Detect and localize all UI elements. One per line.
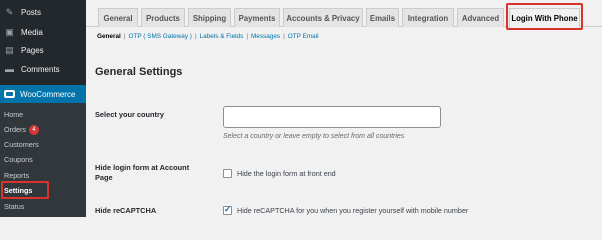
submenu-item-orders[interactable]: Orders 4 xyxy=(4,124,39,136)
country-label: Select your country xyxy=(95,110,164,119)
sidebar-item-label: Comments xyxy=(21,64,60,74)
subsection-nav: General | OTP ( SMS Gateway ) | Labels & Fie… xyxy=(97,33,319,40)
tab-products[interactable]: Products xyxy=(141,8,185,27)
page-title: General Settings xyxy=(95,66,183,78)
subnav-separator: | xyxy=(123,33,126,40)
sidebar-item-label: Posts xyxy=(21,7,42,17)
sidebar-item-label: Media xyxy=(21,27,43,37)
submenu-item-status[interactable]: Status xyxy=(4,201,24,213)
sidebar-item-comments[interactable]: ▬ Comments xyxy=(0,60,86,78)
submenu-item-home[interactable]: Home xyxy=(4,109,23,121)
subnav-separator: | xyxy=(283,33,285,40)
tab-general[interactable]: General xyxy=(98,8,138,27)
hide-login-label: Hide login form at Account Page xyxy=(95,163,190,182)
submenu-item-label: Orders xyxy=(4,125,26,134)
sidebar-item-woocommerce[interactable]: WooCommerce xyxy=(0,85,86,103)
subnav-labels-fields[interactable]: Labels & Fields xyxy=(200,33,244,40)
tab-integration[interactable]: Integration xyxy=(402,8,454,27)
sidebar-item-pages[interactable]: ▤ Pages xyxy=(0,41,86,59)
subnav-separator: | xyxy=(246,33,248,40)
woocommerce-submenu: Home Orders 4 Customers Coupons Reports S… xyxy=(0,103,86,217)
recaptcha-label: Hide reCAPTCHA xyxy=(95,206,157,215)
comments-icon: ▬ xyxy=(5,63,14,74)
pin-icon: ✎ xyxy=(5,6,14,17)
hide-login-checkbox-label: Hide the login form at front end xyxy=(237,169,336,178)
country-input[interactable] xyxy=(223,106,441,128)
woocommerce-icon xyxy=(4,90,15,98)
submenu-item-coupons[interactable]: Coupons xyxy=(4,154,33,166)
sidebar-item-media[interactable]: ▣ Media xyxy=(0,23,86,41)
sidebar-item-label: Pages xyxy=(21,45,44,55)
submenu-item-customers[interactable]: Customers xyxy=(4,139,39,151)
media-icon: ▣ xyxy=(5,26,14,37)
subnav-otp-email[interactable]: OTP Email xyxy=(288,33,319,40)
orders-count-badge: 4 xyxy=(28,125,39,136)
sidebar-item-label: WooCommerce xyxy=(20,89,76,99)
tab-advanced[interactable]: Advanced xyxy=(457,8,504,27)
pages-icon: ▤ xyxy=(5,44,14,55)
tab-emails[interactable]: Emails xyxy=(366,8,399,27)
tab-payments[interactable]: Payments xyxy=(234,8,280,27)
subnav-otp-sms-gateway[interactable]: OTP ( SMS Gateway ) xyxy=(128,33,191,40)
recaptcha-checkbox-label: Hide reCAPTCHA for you when you register… xyxy=(237,206,469,215)
subnav-messages[interactable]: Messages xyxy=(251,33,280,40)
hide-login-checkbox[interactable] xyxy=(223,169,232,178)
tab-shipping[interactable]: Shipping xyxy=(188,8,231,27)
sidebar-item-posts[interactable]: ✎ Posts xyxy=(0,3,86,21)
settings-highlight-box xyxy=(1,181,49,199)
tab-highlight-box xyxy=(506,3,583,30)
main-content: General Products Shipping Payments Accou… xyxy=(86,0,602,217)
recaptcha-checkbox[interactable] xyxy=(223,204,232,215)
tab-accounts-privacy[interactable]: Accounts & Privacy xyxy=(283,8,363,27)
subnav-general[interactable]: General xyxy=(97,33,121,40)
country-description: Select a country or leave empty to selec… xyxy=(223,133,405,140)
subnav-separator: | xyxy=(194,33,197,40)
